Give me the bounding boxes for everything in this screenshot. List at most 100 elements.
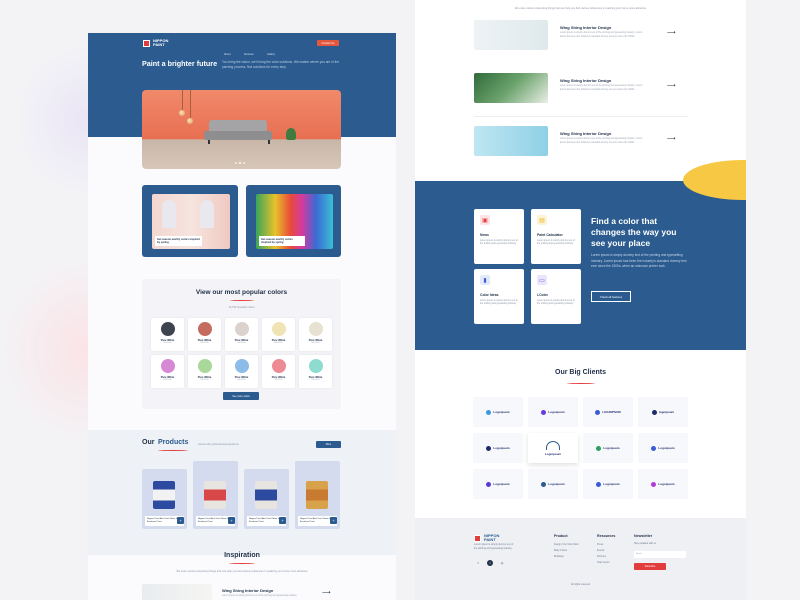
carousel-dots[interactable] [235, 162, 245, 164]
subscribe-button[interactable]: Subscribe [634, 563, 666, 570]
title-underline-decoration [567, 382, 595, 384]
client-logo[interactable]: Logoipsum [583, 433, 633, 463]
color-swatch[interactable]: Pure White NH 1903 [151, 355, 184, 388]
brand-logo[interactable]: NIPPON PAINT [143, 39, 179, 47]
pendant-lamp [179, 110, 185, 116]
inspiration-row-image [142, 584, 212, 600]
footer-newsletter-heading: Newsletter [634, 534, 653, 538]
feature-card[interactable]: ▤ Paint Calculator Lorem ipsum is simply d… [531, 209, 581, 264]
see-more-colors-button[interactable]: See more colors [223, 392, 259, 400]
swatch-color-dot [197, 322, 212, 336]
copyright-text: All rights reserved [570, 583, 591, 586]
add-to-cart-button[interactable]: + [177, 517, 184, 524]
client-logo-text: Logoipsum [493, 410, 510, 414]
feature-title: Paint Calculator [537, 233, 563, 237]
inspiration-row-desc: Lorem ipsum is simply dummy text of the … [560, 138, 643, 144]
more-products-button[interactable]: More [316, 441, 341, 448]
arrow-right-icon[interactable]: ⟶ [322, 589, 331, 596]
client-logo[interactable]: Logoipsum [473, 433, 523, 463]
instagram-icon[interactable]: ◎ [499, 560, 505, 566]
news-icon: ▣ [480, 215, 490, 225]
client-logo[interactable]: Logoipsum [583, 469, 633, 499]
logo-text: NIPPON PAINT [153, 38, 169, 47]
logo-text: NIPPON PAINT [484, 533, 500, 542]
find-color-title: Find a color that changes the way you se… [591, 216, 677, 248]
client-logo[interactable]: Logoipsum [528, 469, 578, 499]
footer-logo[interactable]: NIPPON PAINT [474, 534, 510, 542]
feature-desc: Lorem ipsum is simply dummy text of the … [537, 240, 575, 246]
footer-link[interactable]: Buildings [554, 554, 579, 560]
footer-link[interactable]: Help Center [597, 560, 610, 566]
inspiration-row-title[interactable]: Wing Shing Interior Design [560, 25, 611, 30]
client-logo-icon [651, 409, 657, 415]
clients-title: Our Big Clients [555, 369, 606, 376]
footer [415, 518, 746, 600]
footer-resources-heading: Resources [597, 534, 616, 538]
client-logo-highlighted[interactable]: Logoipsum [528, 433, 578, 463]
newsletter-email-input[interactable]: Email [634, 551, 686, 558]
divider [474, 116, 688, 117]
contact-button[interactable]: Contact Us [317, 40, 339, 46]
client-logo[interactable]: logoipsum [638, 397, 688, 427]
card-image-color-swatches: Get season-worthy colors inspired by spr… [256, 194, 333, 249]
color-swatch[interactable]: Pure White NH 1903 [262, 318, 295, 351]
client-logo-text: Logoipsum [603, 482, 620, 486]
client-logo[interactable]: Logoipsum [473, 469, 523, 499]
add-to-cart-button[interactable]: + [279, 517, 286, 524]
color-swatch[interactable]: Pure White NH 1903 [225, 355, 258, 388]
arrow-right-icon[interactable]: ⟶ [667, 29, 676, 36]
twitter-icon[interactable]: t [487, 560, 493, 566]
hero-description: You bring the vision, we'll bring the co… [222, 60, 340, 69]
nav-item[interactable]: Gallery [267, 53, 275, 56]
product-card[interactable]: Nippon Paint Anti Viral Odour less Emuls… [142, 469, 187, 529]
client-logo[interactable]: Logoipsum [528, 397, 578, 427]
client-logo[interactable]: Logoipsum [473, 397, 523, 427]
nav-item[interactable]: About [224, 53, 231, 56]
color-swatch[interactable]: Pure White NH 1903 [299, 355, 332, 388]
feature-card[interactable]: ▭ i-Color Lorem ipsum is simply dummy text… [531, 269, 581, 324]
product-card[interactable]: Nippon Paint Anti Viral Odour less Emuls… [295, 461, 340, 529]
paint-can-image [153, 481, 175, 509]
nav-item[interactable]: Services [244, 53, 254, 56]
inspiration-card[interactable]: Get season-worthy colors inspired by spr… [142, 185, 238, 257]
add-to-cart-button[interactable]: + [228, 517, 235, 524]
feature-card[interactable]: ▣ News Lorem ipsum is simply dummy text of… [474, 209, 524, 264]
color-swatch[interactable]: Pure White NH 1903 [262, 355, 295, 388]
inspiration-card[interactable]: Get season-worthy colors inspired by spr… [246, 185, 341, 257]
inspiration-row-title[interactable]: Wing Shing Interior Design [222, 588, 273, 593]
arrow-right-icon[interactable]: ⟶ [667, 82, 676, 89]
swatch-color-dot [197, 359, 212, 373]
color-swatch[interactable]: Pure White NH 1903 [188, 355, 221, 388]
popular-colors-subtitle: 10,793 beautiful colors [228, 306, 255, 309]
product-card[interactable]: Nippon Paint Anti Viral Odour less Emuls… [193, 461, 238, 529]
client-logo[interactable]: Logoipsum [638, 469, 688, 499]
color-swatch[interactable]: Pure White NH 1903 [299, 318, 332, 351]
swatch-color-dot [271, 322, 286, 336]
client-logo[interactable]: Logoipsum [638, 433, 688, 463]
lamp-cord [182, 90, 183, 110]
feature-card[interactable]: ▮ Color Ideas Lorem ipsum is simply dummy … [474, 269, 524, 324]
color-swatch[interactable]: Pure White NH 1903 [225, 318, 258, 351]
client-logo-text: LOGOIPSUM [602, 410, 621, 414]
facebook-icon[interactable]: f [475, 560, 481, 566]
product-card[interactable]: Nippon Paint Anti Viral Odour less Emuls… [244, 469, 289, 529]
arch-window [200, 200, 214, 228]
client-logo-text: Logoipsum [544, 451, 562, 456]
add-to-cart-button[interactable]: + [330, 517, 337, 524]
client-logo-icon [651, 445, 657, 451]
inspiration-row-desc: Lorem ipsum is simply dummy text of the … [222, 595, 298, 597]
client-logo[interactable]: LOGOIPSUM [583, 397, 633, 427]
arrow-right-icon[interactable]: ⟶ [667, 135, 676, 142]
sofa-seat [204, 131, 272, 140]
title-underline-decoration [158, 449, 188, 451]
color-swatch[interactable]: Pure White NH 1903 [188, 318, 221, 351]
inspiration-row-title[interactable]: Wing Shing Interior Design [560, 78, 611, 83]
client-logo-icon [486, 409, 492, 415]
bookmark-icon: ▮ [480, 275, 490, 285]
client-logo-text: Logoipsum [658, 446, 675, 450]
color-swatch[interactable]: Pure White NH 1903 [151, 318, 184, 351]
title-underline-decoration [229, 562, 255, 564]
inspiration-row-title[interactable]: Wing Shing Interior Design [560, 131, 611, 136]
client-logo-text: Logoipsum [548, 482, 565, 486]
check-features-button[interactable]: Check all features [591, 291, 631, 302]
